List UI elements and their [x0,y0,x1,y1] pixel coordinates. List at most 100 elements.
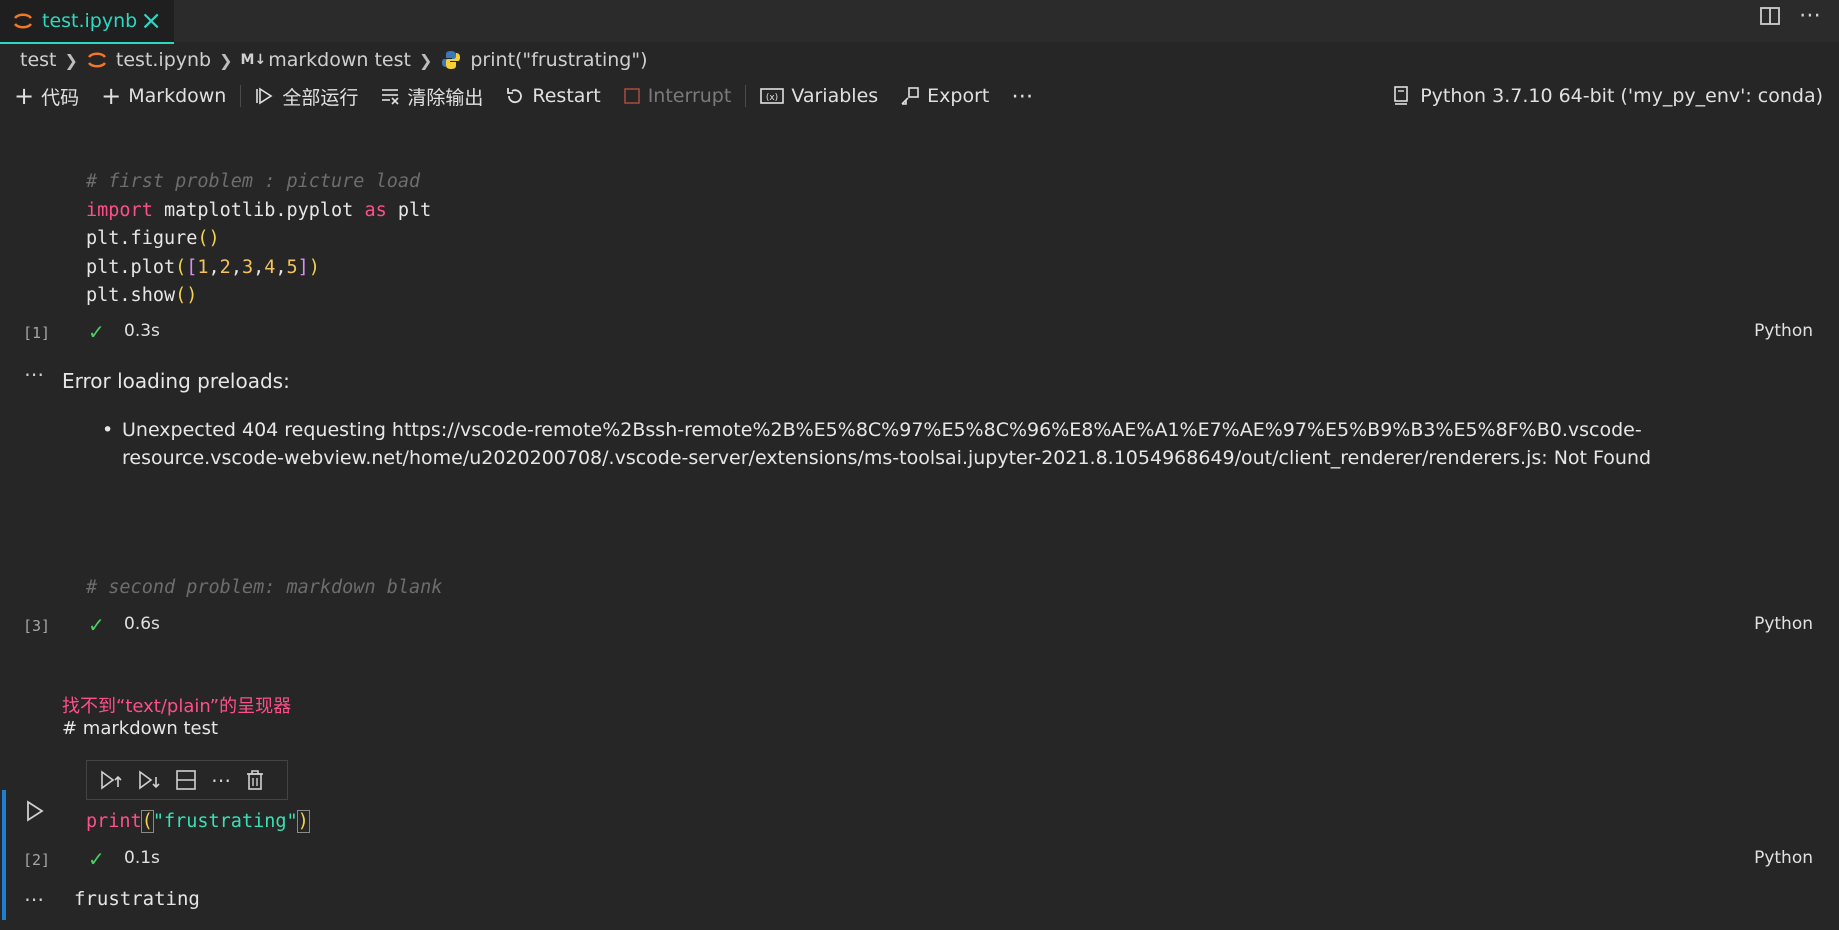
add-markdown-button[interactable]: + Markdown [101,82,226,110]
stop-icon [623,88,640,104]
export-icon [901,87,919,105]
clear-all-icon [382,89,399,105]
restart-label: Restart [532,85,601,107]
code-paren: () [175,285,198,306]
markdown-source[interactable]: # markdown test [62,718,218,739]
code-token: , [275,256,287,278]
execution-count: [1] [23,324,51,342]
markdown-renderer-error: 找不到“text/plain”的呈现器 [62,696,292,717]
code-number: 1 [197,256,209,278]
list-bullet: • [102,419,114,441]
output-menu-icon[interactable]: ⋯ [24,887,45,911]
execution-time: 0.1s [124,848,160,868]
cell-more-icon[interactable]: ⋯ [211,768,231,792]
cell-language[interactable]: Python [1754,614,1813,634]
code-paren: ) [296,810,310,833]
cell-toolbar: ⋯ [86,760,288,800]
tab-label: test.ipynb [42,10,138,32]
kernel-label: Python 3.7.10 64-bit ('my_py_env': conda… [1420,85,1823,107]
code-token: plt.figure [86,228,198,249]
output-error-title: Error loading preloads: [62,369,290,393]
close-icon[interactable]: × [140,6,162,36]
toolbar-divider [240,85,242,107]
breadcrumb-symbol[interactable]: print("frustrating") [470,49,647,71]
breadcrumb-folder[interactable]: test [20,49,57,71]
execution-time: 0.3s [124,321,160,341]
execution-count: [3] [23,617,51,635]
output-menu-icon[interactable]: ⋯ [24,362,45,386]
clear-outputs-label: 清除输出 [407,86,484,109]
tab-bar: test.ipynb × ⋯ [0,0,1839,44]
toolbar-more-button[interactable]: ⋯ [1011,84,1033,109]
code-token: plt.plot [86,256,176,278]
code-cell-2-editor[interactable]: # second problem: markdown blank [86,574,442,603]
code-number: 4 [264,256,276,278]
code-token: plt [386,199,432,221]
code-number: 2 [219,256,231,278]
clear-outputs-button[interactable]: 清除输出 [380,83,483,110]
code-token: , [253,256,265,278]
keyword-as: as [364,199,387,221]
cell-1-status: [1] ✓ 0.3s Python [0,320,1839,346]
code-paren: () [197,228,220,249]
plus-icon: + [101,82,122,110]
success-check-icon: ✓ [88,847,105,871]
code-string: "frustrating" [152,811,298,832]
variables-button[interactable]: (x) Variables [760,85,878,107]
cell-language[interactable]: Python [1754,848,1813,868]
code-number: 3 [241,256,254,278]
chevron-right-icon: ❯ [64,50,78,70]
markdown-icon: M↓ [240,52,267,68]
code-paren: ) [308,256,320,278]
plus-icon: + [14,82,35,110]
interrupt-label: Interrupt [647,85,732,107]
restart-button[interactable]: Restart [505,85,601,107]
variables-icon: (x) [760,88,785,104]
code-comment: # first problem : picture load [86,171,421,192]
code-token: matplotlib.pyplot [152,199,365,221]
cell-output-text: frustrating [74,888,200,910]
split-cell-icon[interactable] [175,769,197,791]
output-error-item: Unexpected 404 requesting https://vscode… [122,419,1652,469]
tab-test-ipynb[interactable]: test.ipynb × [0,0,174,44]
jupyter-icon [13,13,33,29]
code-token: plt.show [86,285,176,306]
python-icon [442,51,461,69]
run-below-icon[interactable] [137,769,161,791]
editor-actions: ⋯ [1759,5,1821,27]
run-above-icon[interactable] [99,769,123,791]
code-number: 5 [286,256,298,278]
code-cell-4-editor[interactable]: print("frustrating") [86,808,310,837]
more-icon: ⋯ [1011,83,1034,109]
variables-label: Variables [791,85,879,107]
code-token: , [208,256,220,278]
chevron-right-icon: ❯ [418,50,433,70]
interrupt-button[interactable]: Interrupt [623,85,732,107]
run-cell-icon[interactable] [24,799,46,823]
restart-icon [507,88,523,104]
code-bracket: ] [297,256,309,278]
success-check-icon: ✓ [88,613,105,637]
cell-2-status: [3] ✓ 0.6s Python [0,613,1839,639]
code-token: , [230,256,242,278]
cell-language[interactable]: Python [1754,321,1813,341]
breadcrumb-section[interactable]: markdown test [268,49,411,71]
run-all-button[interactable]: 全部运行 [255,83,358,110]
cell-4-status: [2] ✓ 0.1s Python [0,847,1839,873]
breadcrumb-file[interactable]: test.ipynb [116,49,211,71]
keyword-import: import [86,199,153,221]
code-cell-1-editor[interactable]: # first problem : picture load import ma… [86,168,431,311]
export-label: Export [927,85,990,107]
export-button[interactable]: Export [900,85,989,107]
add-code-button[interactable]: + 代码 [14,83,79,110]
run-all-label: 全部运行 [282,86,359,109]
kernel-picker[interactable]: Python 3.7.10 64-bit ('my_py_env': conda… [1392,80,1823,112]
more-actions-icon[interactable]: ⋯ [1799,5,1821,27]
execution-time: 0.6s [124,614,160,634]
run-all-icon [256,87,273,105]
svg-text:(x): (x) [766,93,778,103]
split-editor-icon[interactable] [1759,5,1781,27]
code-comment: # second problem: markdown blank [86,577,443,598]
delete-icon[interactable] [245,769,265,791]
add-code-label: 代码 [41,86,80,109]
